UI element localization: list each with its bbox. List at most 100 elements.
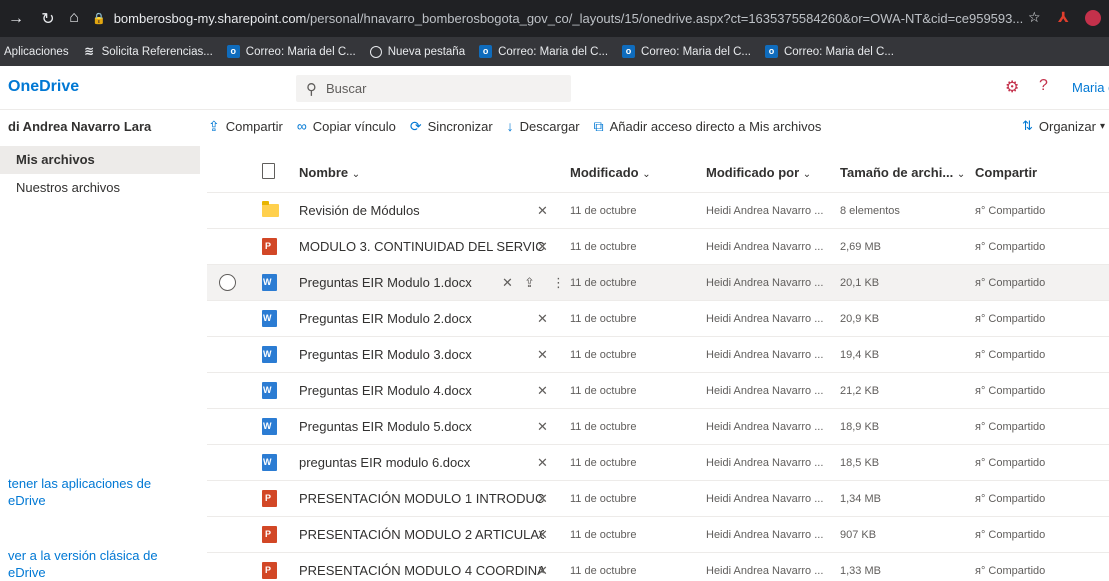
pin-icon[interactable]: ✕ [537,491,548,507]
sync-button[interactable]: ⟳ Sincronizar [410,118,493,135]
pin-icon[interactable]: ✕ [537,203,548,219]
row-checkbox[interactable] [219,274,236,291]
pin-icon[interactable]: ✕ [537,563,548,579]
modified-by[interactable]: Heidi Andrea Navarro ... [706,277,823,289]
adblock-icon[interactable] [1085,10,1101,26]
bookmark-item[interactable]: o Correo: Maria del C... [226,45,356,58]
column-name[interactable]: Nombre ⌄ [299,165,360,180]
modified-by[interactable]: Heidi Andrea Navarro ... [706,349,823,361]
nav-item-mis-archivos[interactable]: Mis archivos [0,146,200,174]
star-icon[interactable]: ☆ [1028,9,1041,26]
bookmark-item[interactable]: Nueva pestaña [369,45,465,58]
settings-icon[interactable]: ⚙ [1005,77,1019,97]
share-button[interactable]: ⇪ Compartir [208,118,283,135]
owner-name: di Andrea Navarro Lara [8,119,152,134]
sharing-status[interactable]: ᴙ° Compartido [975,205,1045,217]
bookmark-item[interactable]: ≋ Solicita Referencias... [83,45,213,58]
pin-icon[interactable]: ✕ [537,527,548,543]
table-row[interactable]: Preguntas EIR Modulo 2.docx✕ 11 de octubr… [207,301,1109,337]
acrobat-icon[interactable]: ⅄ [1058,9,1069,26]
sharing-status[interactable]: ᴙ° Compartido [975,421,1045,433]
home-icon[interactable]: ⌂ [62,9,86,27]
modified-by[interactable]: Heidi Andrea Navarro ... [706,457,823,469]
app-name[interactable]: OneDrive [8,78,79,96]
table-row[interactable]: PRESENTACIÓN MODULO 2 ARTICULACI...✕ 11 d… [207,517,1109,553]
help-icon[interactable]: ? [1039,77,1048,95]
file-name[interactable]: Preguntas EIR Modulo 2.docx [299,311,544,326]
pin-icon[interactable]: ✕ [537,239,548,255]
sharing-status[interactable]: ᴙ° Compartido [975,529,1045,541]
file-name[interactable]: Preguntas EIR Modulo 3.docx [299,347,544,362]
column-modified-by[interactable]: Modificado por ⌄ [706,165,811,180]
modified-by[interactable]: Heidi Andrea Navarro ... [706,241,823,253]
table-row[interactable]: Preguntas EIR Modulo 3.docx✕ 11 de octubr… [207,337,1109,373]
bookmark-item[interactable]: o Correo: Maria del C... [479,45,608,58]
column-sharing[interactable]: Compartir [975,165,1037,180]
copy-link-button[interactable]: ∞ Copiar vínculo [297,118,396,134]
file-name[interactable]: Preguntas EIR Modulo 5.docx [299,419,544,434]
nav-item-nuestros-archivos[interactable]: Nuestros archivos [0,174,200,202]
sharing-status[interactable]: ᴙ° Compartido [975,313,1045,325]
modified-by[interactable]: Heidi Andrea Navarro ... [706,205,823,217]
modified-date: 11 de octubre [570,565,637,577]
get-apps-link[interactable]: tener las aplicaciones de eDrive [8,475,158,509]
pin-icon[interactable]: ✕ [537,419,548,435]
sharing-status[interactable]: ᴙ° Compartido [975,457,1045,469]
table-row[interactable]: Preguntas EIR Modulo 5.docx✕ 11 de octubr… [207,409,1109,445]
bookmark-item[interactable]: o Correo: Maria del C... [622,45,751,58]
modified-by[interactable]: Heidi Andrea Navarro ... [706,421,823,433]
search-box[interactable]: ⚲ Buscar [296,75,571,102]
forward-icon[interactable]: → [4,10,28,28]
table-row[interactable]: MODULO 3. CONTINUIDAD DEL SERVICI...✕ 11 … [207,229,1109,265]
modified-by[interactable]: Heidi Andrea Navarro ... [706,313,823,325]
bookmark-label: Correo: Maria del C... [783,45,894,58]
pin-icon[interactable]: ✕ [537,455,548,471]
people-icon: ᴙ° [975,385,986,397]
file-name[interactable]: Preguntas EIR Modulo 4.docx [299,383,544,398]
more-options-icon[interactable]: ⋮ [552,275,565,291]
table-row[interactable]: Preguntas EIR Modulo 4.docx✕ 11 de octubr… [207,373,1109,409]
sharing-status[interactable]: ᴙ° Compartido [975,493,1045,505]
table-row[interactable]: PRESENTACIÓN MODULO 1 INTRODUCCI...✕ 11 d… [207,481,1109,517]
reload-icon[interactable]: ↻ [36,9,60,29]
sharing-status[interactable]: ᴙ° Compartido [975,349,1045,361]
shortcut-icon: ⧉ [593,117,604,134]
address-bar[interactable]: 🔒 bomberosbog-my.sharepoint.com /persona… [92,6,1072,31]
modified-by[interactable]: Heidi Andrea Navarro ... [706,385,823,397]
file-type-header-icon[interactable] [262,163,275,182]
bookmark-item[interactable]: o Correo: Maria del C... [764,45,894,58]
share-icon[interactable]: ⇪ [524,275,535,291]
pin-icon[interactable]: ✕ [537,311,548,327]
file-name[interactable]: PRESENTACIÓN MODULO 2 ARTICULACI... [299,527,544,542]
sharing-status[interactable]: ᴙ° Compartido [975,277,1045,289]
sharing-status[interactable]: ᴙ° Compartido [975,241,1045,253]
download-button[interactable]: ↓ Descargar [507,118,580,134]
file-name[interactable]: PRESENTACIÓN MODULO 1 INTRODUCCI... [299,491,544,506]
file-name[interactable]: PRESENTACIÓN MODULO 4 COORDINAC... [299,563,544,578]
table-row[interactable]: preguntas EIR modulo 6.docx✕ 11 de octubr… [207,445,1109,481]
table-row[interactable]: Revisión de Módulos ✕ 11 de octubre Heidi A… [207,193,1109,229]
word-doc-icon [262,346,277,366]
user-name[interactable]: Maria del [1072,80,1109,95]
sharing-status[interactable]: ᴙ° Compartido [975,565,1045,577]
file-name[interactable]: preguntas EIR modulo 6.docx [299,455,544,470]
sharing-status[interactable]: ᴙ° Compartido [975,385,1045,397]
modified-by[interactable]: Heidi Andrea Navarro ... [706,529,823,541]
column-modified[interactable]: Modificado ⌄ [570,165,651,180]
table-row[interactable]: Preguntas EIR Modulo 1.docx✕⇪⋮11 de octu… [207,265,1109,301]
modified-by[interactable]: Heidi Andrea Navarro ... [706,493,823,505]
classic-view-link[interactable]: ver a la versión clásica de eDrive [8,547,158,581]
sharing-label: Compartido [988,313,1046,325]
file-name[interactable]: MODULO 3. CONTINUIDAD DEL SERVICI... [299,239,544,254]
pin-icon[interactable]: ✕ [502,275,513,291]
modified-by[interactable]: Heidi Andrea Navarro ... [706,565,823,577]
sort-button[interactable]: ⇅ Organizar ▾ [1022,118,1105,134]
pin-icon[interactable]: ✕ [537,347,548,363]
add-shortcut-button[interactable]: ⧉ Añadir acceso directo a Mis archivos [594,118,822,135]
file-name[interactable]: Revisión de Módulos [299,203,544,218]
pin-icon[interactable]: ✕ [537,383,548,399]
table-row[interactable]: PRESENTACIÓN MODULO 4 COORDINAC...✕ 11 de… [207,553,1109,581]
bookmark-item[interactable]: Aplicaciones [4,46,69,58]
url-path: /personal/hnavarro_bomberosbogota_gov_co… [306,11,1024,26]
column-size[interactable]: Tamaño de archi... ⌄ [840,165,965,180]
